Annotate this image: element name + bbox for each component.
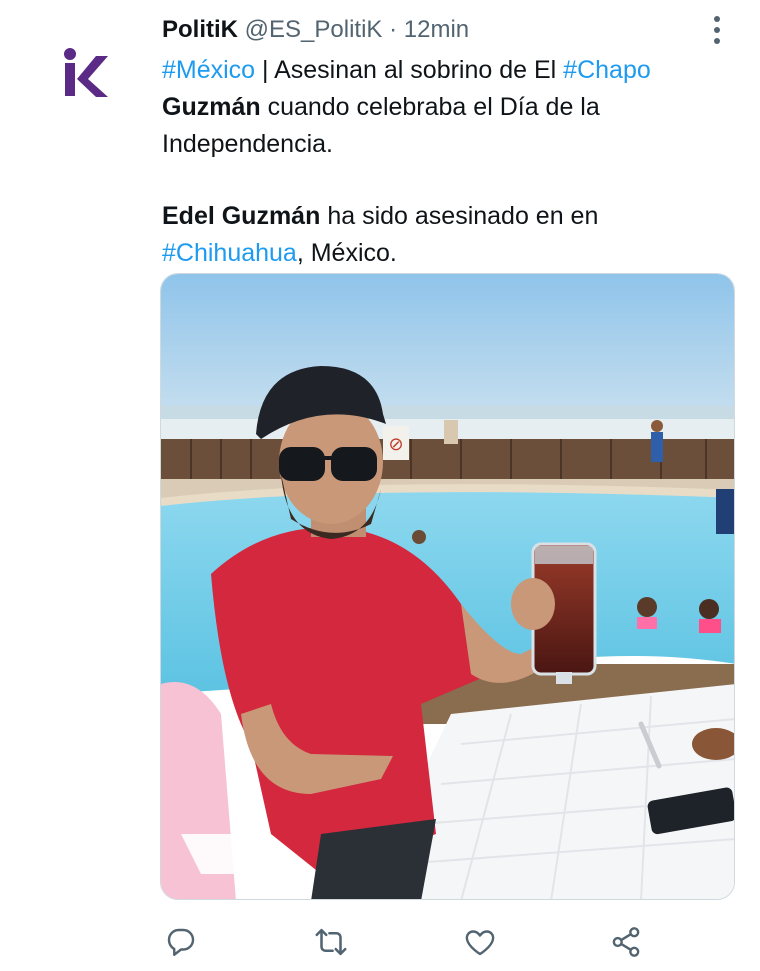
- heart-icon: [465, 930, 495, 956]
- hashtag-link[interactable]: #Chihuahua: [162, 239, 297, 267]
- share-icon: [612, 927, 640, 957]
- photo-sign-text: ⊘: [388, 434, 403, 455]
- tweet-header: PolitiK @ES_PolitiK · 12min: [162, 14, 469, 46]
- reply-button[interactable]: [161, 922, 201, 962]
- retweet-button[interactable]: [311, 922, 351, 962]
- bold-text: Guzmán: [162, 93, 261, 121]
- avatar[interactable]: [56, 46, 112, 102]
- share-button[interactable]: [606, 922, 646, 962]
- bold-text: Edel Guzmán: [162, 202, 321, 230]
- tweet-text-segment: ha sido asesinado en en: [320, 202, 599, 230]
- tweet-paragraph-1: #México | Asesinan al sobrino de El #Cha…: [162, 52, 742, 163]
- handle[interactable]: @ES_PolitiK: [245, 16, 383, 43]
- photo-illustration: ⊘: [161, 274, 734, 899]
- display-name[interactable]: PolitiK: [162, 16, 238, 43]
- retweet-icon: [315, 928, 347, 956]
- more-options-button[interactable]: [703, 14, 731, 46]
- tweet-text-segment: , México.: [296, 239, 397, 267]
- tweet-action-bar: [0, 922, 760, 966]
- tweet-photo[interactable]: ⊘: [160, 273, 735, 900]
- tweet-text-segment: | Asesinan al sobrino de El: [255, 56, 564, 84]
- separator-dot: ·: [389, 16, 398, 43]
- hashtag-link[interactable]: #México: [162, 56, 255, 84]
- tweet-paragraph-2: Edel Guzmán ha sido asesinado en en #Chi…: [162, 198, 742, 272]
- hashtag-link[interactable]: #Chapo: [563, 56, 651, 84]
- timestamp[interactable]: 12min: [404, 16, 469, 43]
- politik-logo: [64, 48, 108, 97]
- reply-icon: [167, 928, 195, 956]
- like-button[interactable]: [460, 922, 500, 962]
- tweet-text: #México | Asesinan al sobrino de El #Cha…: [162, 52, 742, 272]
- more-vertical-icon: [714, 16, 720, 44]
